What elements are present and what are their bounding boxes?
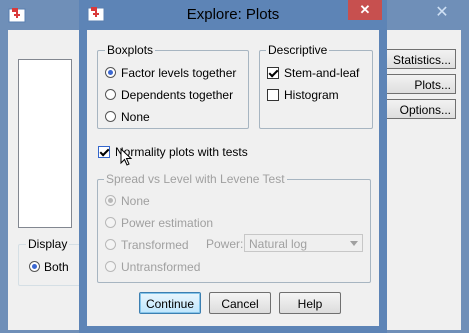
explore-close-button[interactable]: ✕: [429, 3, 455, 23]
boxplot-none-label: None: [121, 109, 150, 124]
spread-untransformed-label: Untransformed: [121, 259, 201, 274]
spread-transformed-radio: [105, 239, 116, 251]
boxplot-factor-levels-option[interactable]: Factor levels together: [105, 64, 236, 80]
histogram-checkbox[interactable]: [267, 88, 279, 101]
histogram-label: Histogram: [284, 87, 339, 102]
stem-and-leaf-checkbox[interactable]: [267, 66, 279, 79]
boxplot-dependents-label: Dependents together: [121, 87, 234, 102]
normality-plots-checkbox[interactable]: [98, 145, 110, 158]
stem-and-leaf-label: Stem-and-leaf: [284, 65, 360, 80]
options-button[interactable]: Options...: [381, 99, 456, 119]
display-both-label: Both: [44, 260, 69, 274]
boxplot-dependents-radio[interactable]: [105, 89, 116, 101]
boxplot-factor-levels-label: Factor levels together: [121, 65, 237, 80]
spread-none-option: None: [105, 192, 150, 208]
spread-transformed-option: Transformed: [105, 236, 189, 252]
spread-untransformed-option: Untransformed: [105, 258, 200, 274]
stem-and-leaf-option[interactable]: Stem-and-leaf: [267, 64, 359, 80]
boxplots-group-title: Boxplots: [105, 43, 156, 57]
boxplot-none-radio[interactable]: [105, 111, 116, 123]
spread-none-radio: [105, 195, 116, 207]
spread-power-estimation-label: Power estimation: [121, 215, 214, 230]
help-button[interactable]: Help: [279, 292, 341, 314]
explore-plots-dialog: Explore: Plots ✕ Boxplots Factor levels …: [79, 0, 387, 333]
power-select-value: Natural log: [249, 237, 308, 251]
spread-none-label: None: [121, 193, 150, 208]
chevron-down-icon: [350, 241, 358, 246]
cancel-button[interactable]: Cancel: [209, 292, 271, 314]
boxplot-factor-levels-radio[interactable]: [105, 67, 116, 79]
power-select: Natural log: [244, 234, 363, 252]
spss-app-icon: [8, 8, 26, 23]
continue-button[interactable]: Continue: [139, 292, 201, 314]
variable-list[interactable]: [18, 59, 72, 228]
dialog-title: Explore: Plots: [186, 6, 280, 23]
mouse-pointer-icon: [120, 148, 132, 166]
power-label: Power:: [206, 237, 244, 251]
spread-power-estimation-radio: [105, 217, 116, 229]
statistics-button[interactable]: Statistics...: [381, 49, 456, 69]
descriptive-group-title: Descriptive: [266, 43, 330, 57]
boxplot-none-option[interactable]: None: [105, 108, 150, 124]
display-group-title: Display: [26, 237, 70, 251]
plots-button[interactable]: Plots...: [381, 74, 456, 94]
display-both-radio[interactable]: [29, 261, 40, 272]
normality-plots-label: Normality plots with tests: [115, 144, 248, 159]
dialog-client: Boxplots Factor levels together Dependen…: [87, 30, 379, 326]
spread-transformed-label: Transformed: [121, 237, 189, 252]
histogram-option[interactable]: Histogram: [267, 86, 339, 102]
boxplot-dependents-option[interactable]: Dependents together: [105, 86, 233, 102]
spread-power-estimation-option: Power estimation: [105, 214, 213, 230]
spread-untransformed-radio: [105, 261, 116, 273]
spread-vs-level-group-title: Spread vs Level with Levene Test: [104, 172, 287, 186]
dialog-titlebar: Explore: Plots ✕: [79, 0, 387, 30]
dialog-close-button[interactable]: ✕: [348, 0, 382, 20]
